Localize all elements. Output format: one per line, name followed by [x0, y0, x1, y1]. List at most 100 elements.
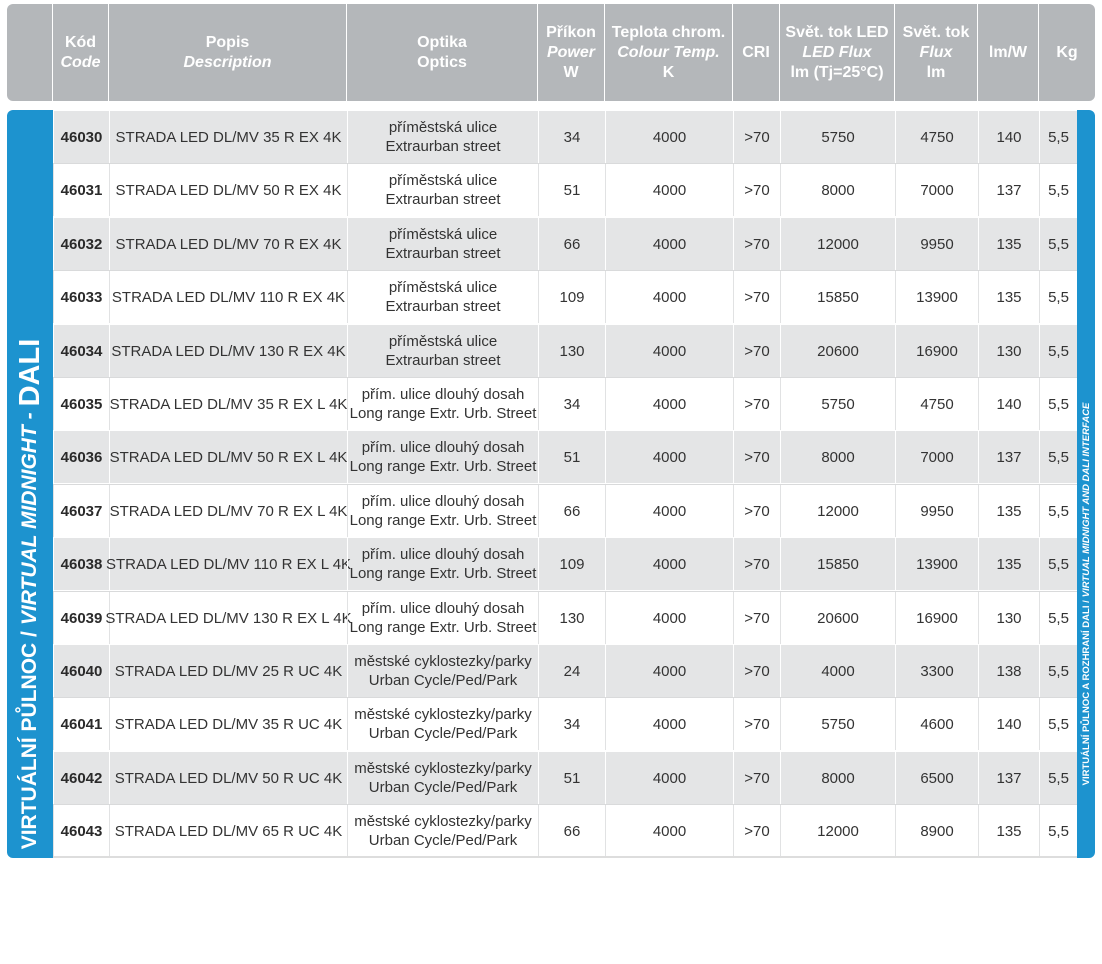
- cell-description: STRADA LED DL/MV 35 R UC 4K: [109, 698, 347, 750]
- cell-flux: 9950: [895, 218, 978, 270]
- cell-power: 130: [538, 592, 605, 644]
- cell-colour-temp: 4000: [605, 431, 733, 483]
- table-row: 46034 STRADA LED DL/MV 130 R EX 4K příměst…: [53, 324, 1077, 377]
- right-band-label: VIRTUÁLNÍ PŮLNOC A ROZHRANÍ DALI / VIRTU…: [1080, 402, 1092, 786]
- cell-led-flux: 8000: [780, 752, 895, 804]
- cell-description: STRADA LED DL/MV 110 R EX L 4K: [106, 538, 351, 590]
- cell-description: STRADA LED DL/MV 35 R EX L 4K: [109, 378, 347, 430]
- cell-power: 51: [538, 431, 605, 483]
- cell-kg: 5,5: [1039, 592, 1077, 644]
- cell-code: 46033: [53, 271, 109, 323]
- cell-optics: městské cyklostezky/parky Urban Cycle/Ped…: [347, 698, 538, 750]
- cell-cri: >70: [733, 485, 780, 537]
- cell-lmw: 130: [978, 325, 1039, 377]
- cell-code: 46039: [53, 592, 109, 644]
- cell-code: 46035: [53, 378, 109, 430]
- cell-led-flux: 5750: [780, 378, 895, 430]
- cell-code: 46043: [53, 805, 109, 857]
- header-power: Příkon Power W: [537, 4, 604, 101]
- cell-cri: >70: [733, 645, 780, 697]
- cell-led-flux: 5750: [780, 698, 895, 750]
- cell-kg: 5,5: [1039, 752, 1077, 804]
- cell-kg: 5,5: [1039, 164, 1077, 216]
- cell-code: 46040: [53, 645, 109, 697]
- cell-kg: 5,5: [1039, 378, 1077, 430]
- table-bottom-divider: [53, 856, 1077, 858]
- cell-cri: >70: [733, 218, 780, 270]
- cell-lmw: 140: [978, 111, 1039, 163]
- cell-optics: městské cyklostezky/parky Urban Cycle/Ped…: [347, 752, 538, 804]
- cell-colour-temp: 4000: [605, 592, 733, 644]
- header-cri: CRI: [732, 4, 779, 101]
- cell-lmw: 135: [978, 485, 1039, 537]
- cell-kg: 5,5: [1039, 485, 1077, 537]
- cell-code: 46042: [53, 752, 109, 804]
- cell-cri: >70: [733, 752, 780, 804]
- cell-colour-temp: 4000: [605, 325, 733, 377]
- cell-power: 51: [538, 752, 605, 804]
- cell-power: 51: [538, 164, 605, 216]
- table-row: 46040 STRADA LED DL/MV 25 R UC 4K městské …: [53, 644, 1077, 697]
- cell-lmw: 138: [978, 645, 1039, 697]
- cell-colour-temp: 4000: [605, 271, 733, 323]
- cell-colour-temp: 4000: [605, 805, 733, 857]
- cell-led-flux: 5750: [780, 111, 895, 163]
- cell-flux: 13900: [895, 538, 978, 590]
- cell-colour-temp: 4000: [605, 111, 733, 163]
- cell-code: 46038: [53, 538, 109, 590]
- cell-colour-temp: 4000: [605, 698, 733, 750]
- cell-cri: >70: [733, 592, 780, 644]
- table-row: 46031 STRADA LED DL/MV 50 R EX 4K příměsts…: [53, 163, 1077, 216]
- cell-flux: 4750: [895, 378, 978, 430]
- cell-optics: přím. ulice dlouhý dosah Long range Extr.…: [347, 592, 538, 644]
- cell-flux: 9950: [895, 485, 978, 537]
- cell-cri: >70: [733, 325, 780, 377]
- cell-cri: >70: [733, 111, 780, 163]
- cell-optics: příměstská ulice Extraurban street: [347, 164, 538, 216]
- cell-optics: příměstská ulice Extraurban street: [347, 111, 538, 163]
- cell-flux: 6500: [895, 752, 978, 804]
- cell-power: 34: [538, 111, 605, 163]
- cell-cri: >70: [733, 698, 780, 750]
- table-row: 46041 STRADA LED DL/MV 35 R UC 4K městské …: [53, 697, 1077, 750]
- cell-colour-temp: 4000: [605, 485, 733, 537]
- cell-led-flux: 12000: [780, 218, 895, 270]
- cell-description: STRADA LED DL/MV 70 R EX 4K: [109, 218, 347, 270]
- cell-flux: 13900: [895, 271, 978, 323]
- table-row: 46032 STRADA LED DL/MV 70 R EX 4K příměsts…: [53, 217, 1077, 270]
- cell-code: 46032: [53, 218, 109, 270]
- cell-cri: >70: [733, 378, 780, 430]
- header-kg: Kg: [1038, 4, 1095, 101]
- cell-kg: 5,5: [1039, 538, 1077, 590]
- cell-code: 46031: [53, 164, 109, 216]
- cell-lmw: 130: [978, 592, 1039, 644]
- cell-flux: 7000: [895, 431, 978, 483]
- cell-flux: 4750: [895, 111, 978, 163]
- cell-description: STRADA LED DL/MV 50 R EX 4K: [109, 164, 347, 216]
- cell-lmw: 135: [978, 538, 1039, 590]
- cell-colour-temp: 4000: [605, 752, 733, 804]
- cell-power: 109: [538, 538, 605, 590]
- cell-lmw: 140: [978, 698, 1039, 750]
- right-category-band: VIRTUÁLNÍ PŮLNOC A ROZHRANÍ DALI / VIRTU…: [1077, 110, 1095, 858]
- cell-description: STRADA LED DL/MV 110 R EX 4K: [109, 271, 347, 323]
- cell-kg: 5,5: [1039, 805, 1077, 857]
- cell-flux: 4600: [895, 698, 978, 750]
- cell-flux: 3300: [895, 645, 978, 697]
- cell-optics: městské cyklostezky/parky Urban Cycle/Ped…: [347, 645, 538, 697]
- cell-description: STRADA LED DL/MV 50 R EX L 4K: [109, 431, 347, 483]
- header-description: Popis Description: [108, 4, 346, 101]
- cell-flux: 16900: [895, 325, 978, 377]
- cell-colour-temp: 4000: [605, 164, 733, 216]
- cell-power: 34: [538, 378, 605, 430]
- cell-kg: 5,5: [1039, 645, 1077, 697]
- header-flux: Svět. tok Flux lm: [894, 4, 977, 101]
- cell-led-flux: 4000: [780, 645, 895, 697]
- cell-power: 66: [538, 218, 605, 270]
- cell-led-flux: 12000: [780, 485, 895, 537]
- cell-optics: přím. ulice dlouhý dosah Long range Extr.…: [347, 538, 538, 590]
- cell-kg: 5,5: [1039, 111, 1077, 163]
- cell-flux: 7000: [895, 164, 978, 216]
- cell-description: STRADA LED DL/MV 35 R EX 4K: [109, 111, 347, 163]
- cell-kg: 5,5: [1039, 431, 1077, 483]
